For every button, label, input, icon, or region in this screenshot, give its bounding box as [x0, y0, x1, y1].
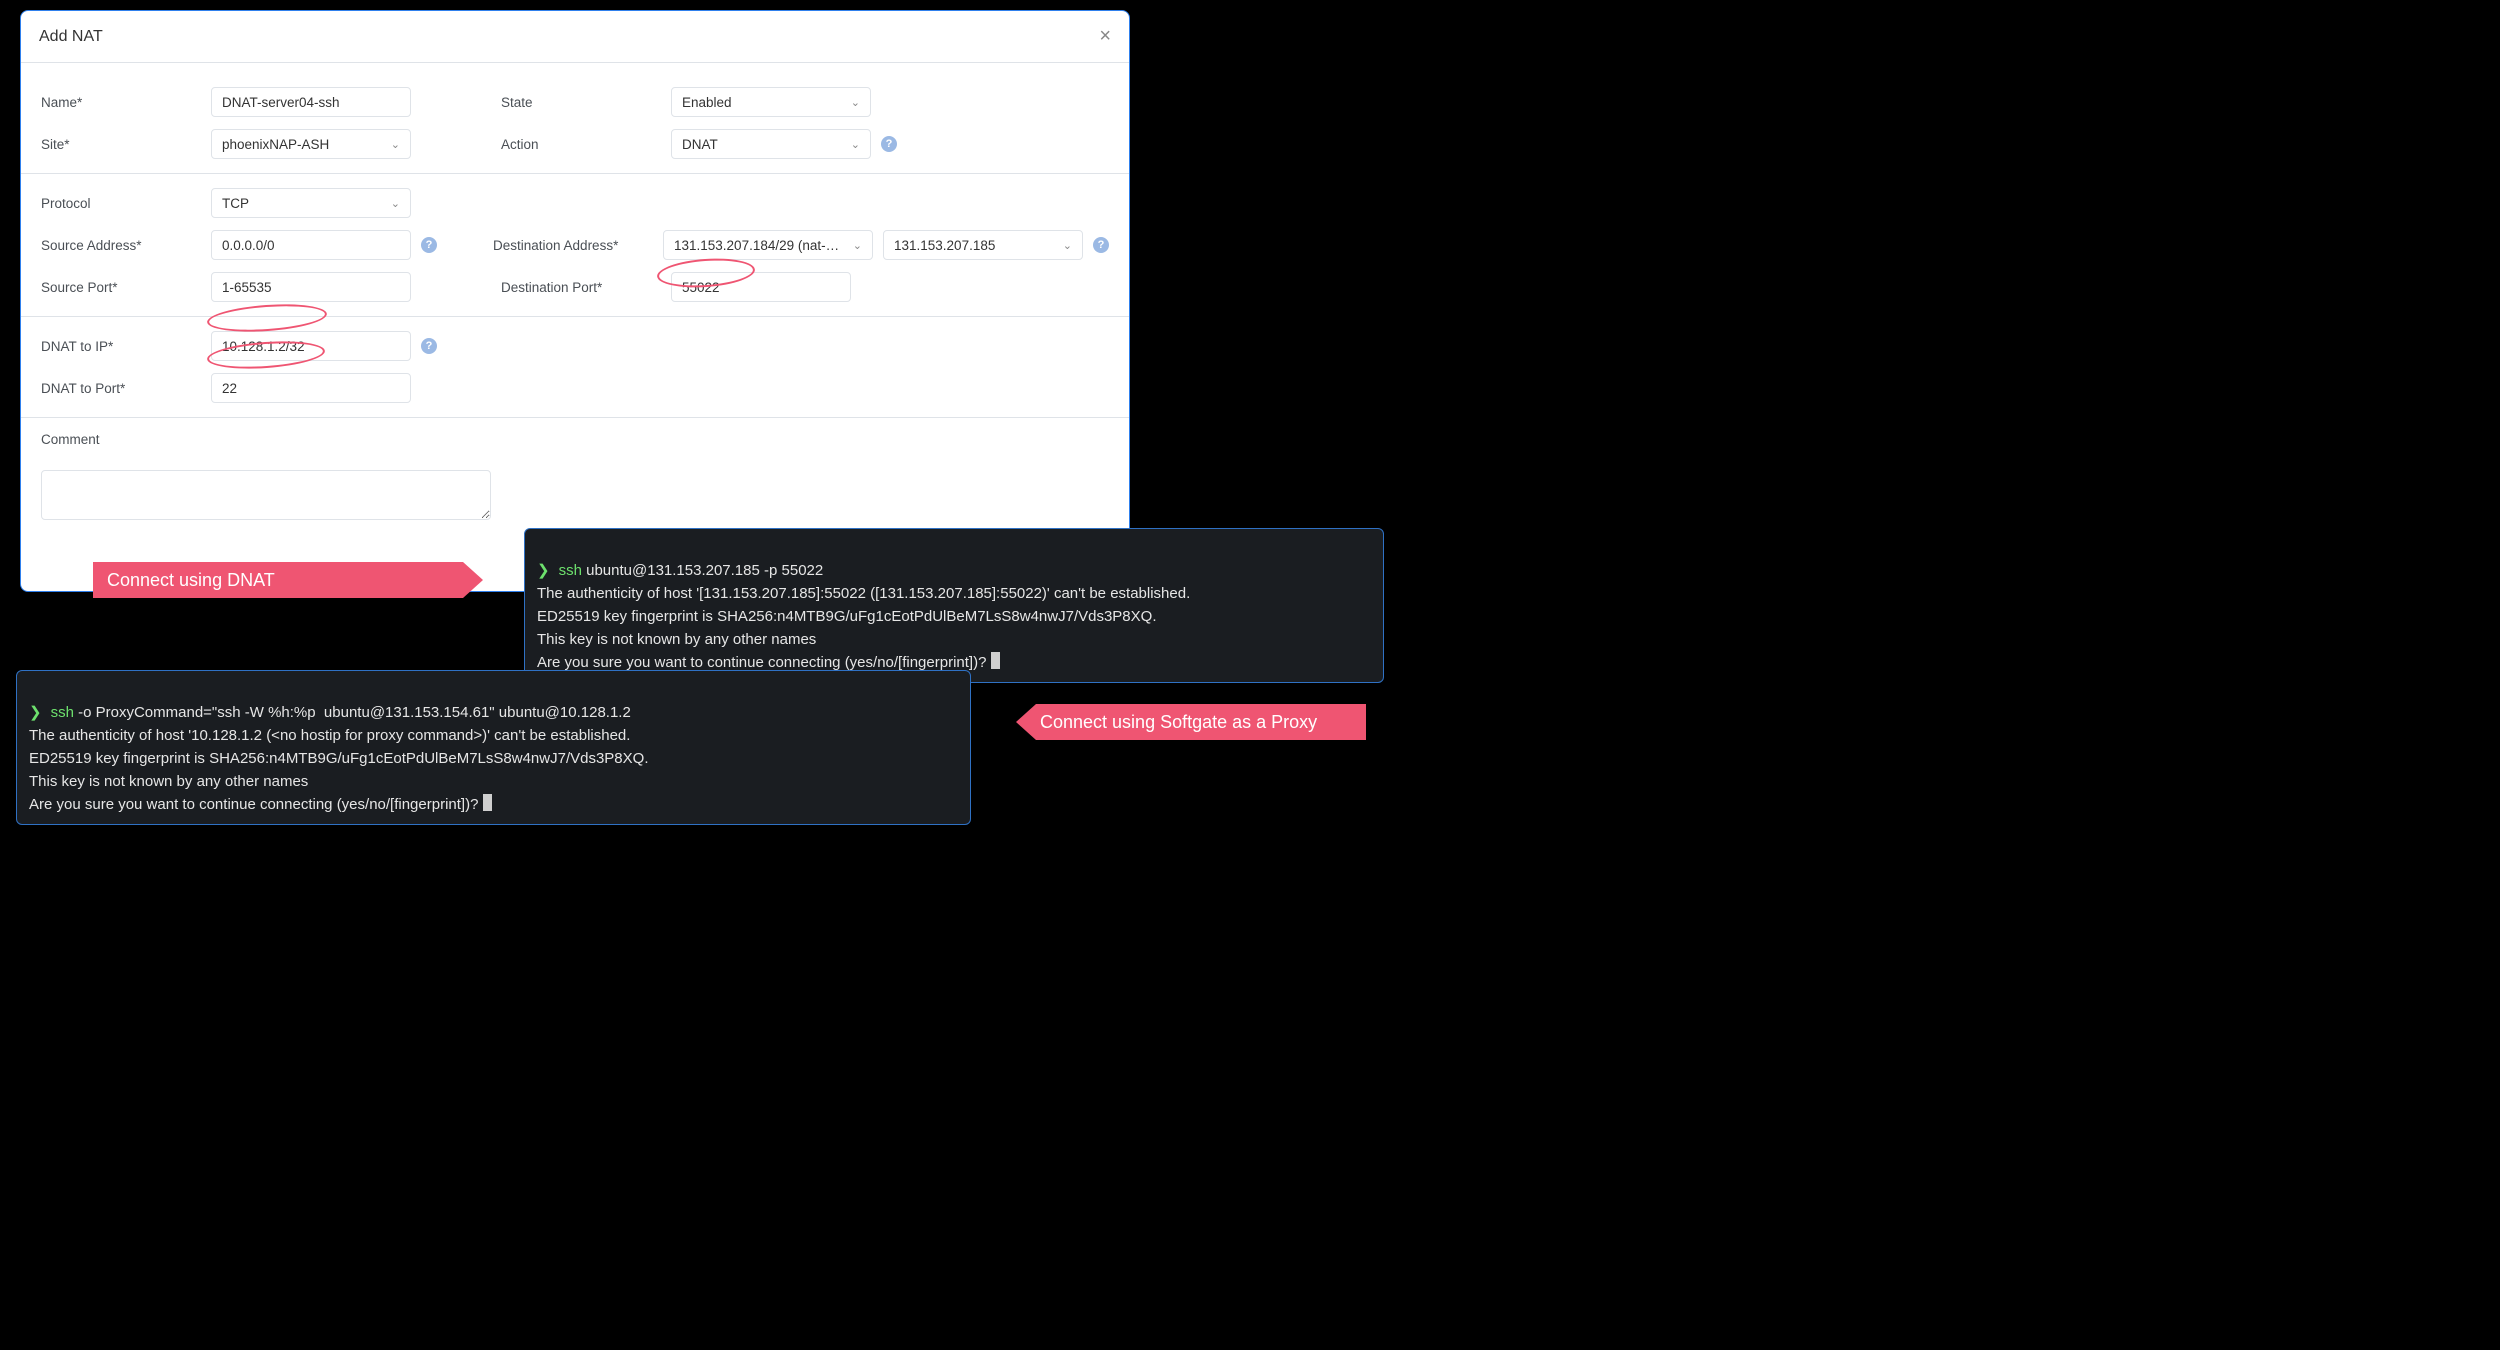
chevron-down-icon: ⌄ [391, 138, 400, 151]
dest-address-ip-select[interactable]: 131.153.207.185 ⌄ [883, 230, 1083, 260]
term-line: Are you sure you want to continue connec… [29, 796, 483, 813]
label-site: Site* [41, 137, 201, 152]
term-line: The authenticity of host '10.128.1.2 (<n… [29, 727, 630, 744]
action-value: DNAT [682, 137, 718, 152]
site-select[interactable]: phoenixNAP-ASH ⌄ [211, 129, 411, 159]
prompt-icon: ❯ [537, 562, 550, 579]
chevron-down-icon: ⌄ [1063, 239, 1072, 252]
label-src-addr: Source Address* [41, 238, 201, 253]
dest-ip-value: 131.153.207.185 [894, 238, 995, 253]
banner-dnat: Connect using DNAT [93, 562, 483, 598]
term-line: ED25519 key fingerprint is SHA256:n4MTB9… [29, 750, 648, 767]
term-line: Are you sure you want to continue connec… [537, 654, 991, 671]
label-action: Action [501, 137, 661, 152]
term-args: -o ProxyCommand="ssh -W %h:%p ubuntu@131… [74, 704, 631, 721]
label-dnat-port: DNAT to Port* [41, 381, 201, 396]
cursor-icon [991, 652, 1000, 669]
term-args: ubuntu@131.153.207.185 -p 55022 [582, 562, 823, 579]
protocol-select[interactable]: TCP ⌄ [211, 188, 411, 218]
protocol-value: TCP [222, 196, 249, 211]
terminal-dnat: ❯ ssh ubuntu@131.153.207.185 -p 55022 Th… [524, 528, 1384, 683]
dnat-to-ip-input[interactable] [211, 331, 411, 361]
help-icon[interactable]: ? [881, 136, 897, 152]
term-line: The authenticity of host '[131.153.207.1… [537, 585, 1190, 602]
help-icon[interactable]: ? [421, 237, 437, 253]
dest-subnet-value: 131.153.207.184/29 (nat-su… [674, 238, 845, 253]
chevron-down-icon: ⌄ [851, 96, 860, 109]
label-protocol: Protocol [41, 196, 201, 211]
dialog-title: Add NAT [39, 28, 103, 46]
prompt-icon: ❯ [29, 704, 42, 721]
help-icon[interactable]: ? [421, 338, 437, 354]
state-value: Enabled [682, 95, 732, 110]
term-line: This key is not known by any other names [537, 631, 816, 648]
chevron-down-icon: ⌄ [391, 197, 400, 210]
chevron-down-icon: ⌄ [853, 239, 862, 252]
label-dnat-ip: DNAT to IP* [41, 339, 201, 354]
term-cmd: ssh [559, 562, 582, 579]
term-cmd: ssh [51, 704, 74, 721]
terminal-proxy: ❯ ssh -o ProxyCommand="ssh -W %h:%p ubun… [16, 670, 971, 825]
close-icon[interactable]: × [1099, 25, 1111, 48]
help-icon[interactable]: ? [1093, 237, 1109, 253]
chevron-down-icon: ⌄ [851, 138, 860, 151]
term-line: This key is not known by any other names [29, 773, 308, 790]
banner-proxy-label: Connect using Softgate as a Proxy [1040, 712, 1317, 733]
label-name: Name* [41, 95, 201, 110]
label-comment: Comment [41, 432, 201, 447]
dnat-to-port-input[interactable] [211, 373, 411, 403]
site-value: phoenixNAP-ASH [222, 137, 329, 152]
source-port-input[interactable] [211, 272, 411, 302]
comment-textarea[interactable] [41, 470, 491, 520]
name-input[interactable] [211, 87, 411, 117]
label-state: State [501, 95, 661, 110]
banner-dnat-label: Connect using DNAT [107, 570, 275, 591]
label-dst-port: Destination Port* [501, 280, 661, 295]
term-line: ED25519 key fingerprint is SHA256:n4MTB9… [537, 608, 1156, 625]
state-select[interactable]: Enabled ⌄ [671, 87, 871, 117]
banner-proxy: Connect using Softgate as a Proxy [1016, 704, 1366, 740]
label-dst-addr: Destination Address* [493, 238, 653, 253]
destination-port-input[interactable] [671, 272, 851, 302]
source-address-input[interactable] [211, 230, 411, 260]
label-src-port: Source Port* [41, 280, 201, 295]
cursor-icon [483, 794, 492, 811]
add-nat-dialog: Add NAT × Name* State Enabled ⌄ [20, 10, 1130, 592]
dest-address-subnet-select[interactable]: 131.153.207.184/29 (nat-su… ⌄ [663, 230, 873, 260]
action-select[interactable]: DNAT ⌄ [671, 129, 871, 159]
